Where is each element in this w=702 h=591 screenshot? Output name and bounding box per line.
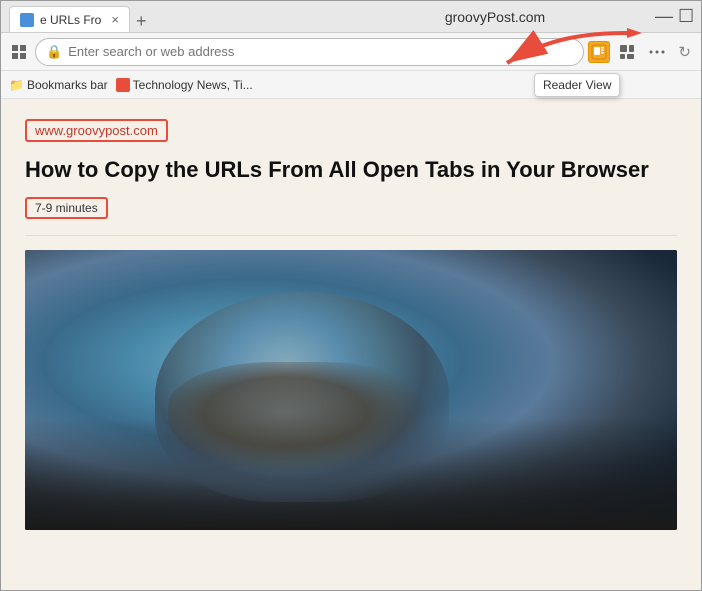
divider [25, 235, 677, 236]
maximize-button[interactable]: ☐ [679, 10, 693, 24]
bookmark-text: Technology News, Ti... [133, 78, 253, 92]
minimize-button[interactable]: — [657, 10, 671, 24]
title-bar: e URLs Fro × + groovyPost.com — ☐ [1, 1, 701, 33]
tab-favicon [20, 13, 34, 27]
new-tab-button[interactable]: + [130, 10, 153, 32]
reading-time-badge: 7-9 minutes [25, 197, 108, 219]
refresh-button[interactable]: ↻ [674, 41, 695, 63]
address-input[interactable] [68, 44, 573, 59]
address-bar[interactable]: 🔒 [35, 38, 584, 66]
window-controls: — ☐ [657, 10, 693, 24]
tab-strip: e URLs Fro × + [9, 1, 333, 32]
reader-view-button[interactable]: Reader View [588, 41, 610, 63]
article-image [25, 250, 677, 530]
shield-icon: 🔒 [46, 44, 62, 60]
site-url[interactable]: www.groovypost.com [25, 119, 168, 142]
folder-icon: 📁 [9, 78, 24, 92]
page-content: www.groovypost.com How to Copy the URLs … [1, 99, 701, 590]
technology-news-bookmark[interactable]: Technology News, Ti... [116, 78, 253, 92]
toolbar: 🔒 Reader View [1, 33, 701, 71]
bookmarks-bar-label: Bookmarks bar [27, 78, 108, 92]
collection-icon[interactable] [614, 39, 640, 65]
reader-view-tooltip: Reader View [534, 73, 620, 97]
tab-title: e URLs Fro [40, 13, 101, 27]
grid-icon[interactable] [7, 40, 31, 64]
article-title: How to Copy the URLs From All Open Tabs … [25, 156, 677, 185]
more-options-button[interactable] [644, 39, 670, 65]
bookmarks-bar-folder[interactable]: 📁 Bookmarks bar [9, 78, 108, 92]
active-tab[interactable]: e URLs Fro × [9, 6, 130, 32]
bookmark-favicon [116, 78, 130, 92]
tab-close-button[interactable]: × [111, 12, 119, 27]
window-title: groovyPost.com [333, 9, 657, 25]
reader-view-icon[interactable] [588, 41, 610, 63]
